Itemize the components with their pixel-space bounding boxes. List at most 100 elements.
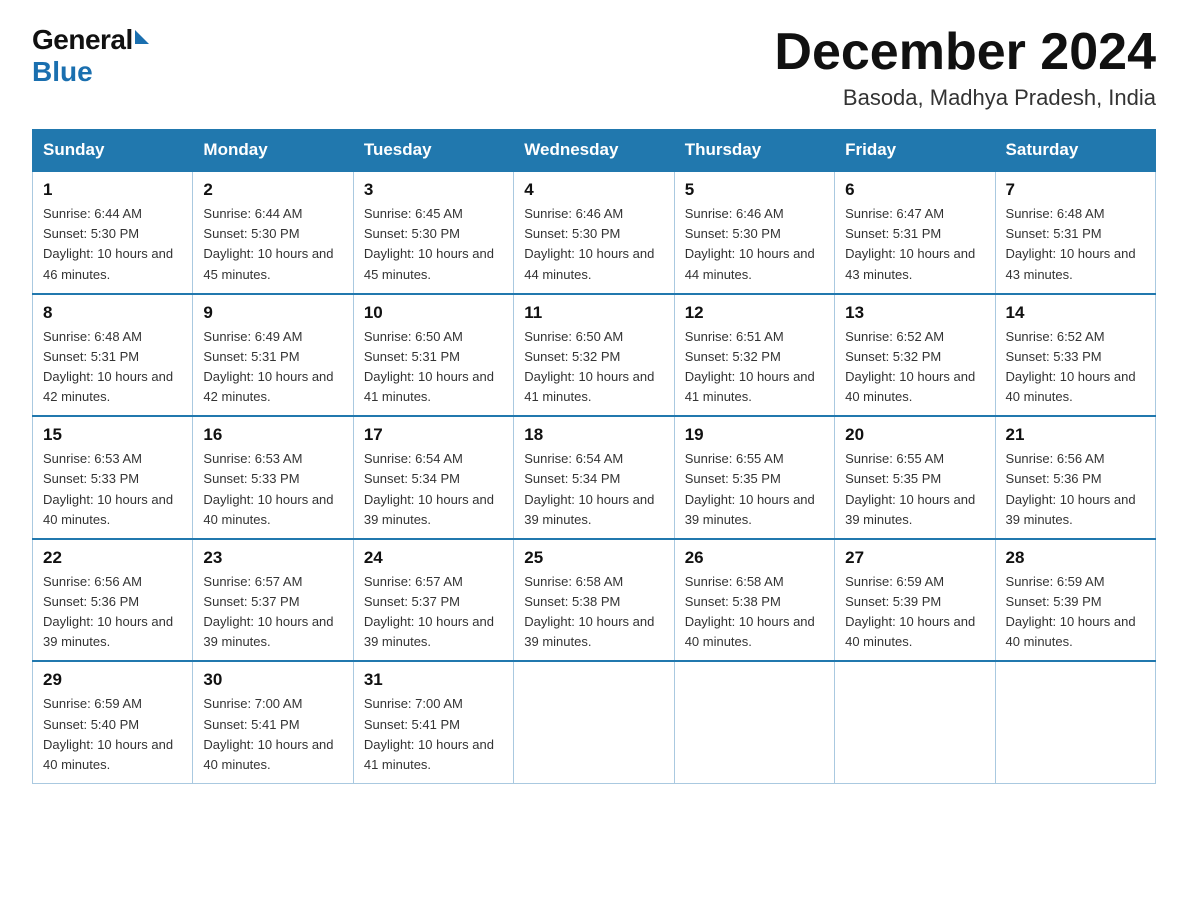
day-info: Sunrise: 7:00 AM Sunset: 5:41 PM Dayligh… <box>364 694 503 775</box>
calendar-cell: 7 Sunrise: 6:48 AM Sunset: 5:31 PM Dayli… <box>995 171 1155 294</box>
weekday-header-monday: Monday <box>193 130 353 172</box>
day-info: Sunrise: 6:51 AM Sunset: 5:32 PM Dayligh… <box>685 327 824 408</box>
day-info: Sunrise: 6:59 AM Sunset: 5:39 PM Dayligh… <box>1006 572 1145 653</box>
logo-general-text: General <box>32 24 133 56</box>
weekday-header-thursday: Thursday <box>674 130 834 172</box>
day-number: 18 <box>524 425 663 445</box>
calendar-cell: 26 Sunrise: 6:58 AM Sunset: 5:38 PM Dayl… <box>674 539 834 662</box>
day-number: 15 <box>43 425 182 445</box>
day-info: Sunrise: 6:54 AM Sunset: 5:34 PM Dayligh… <box>364 449 503 530</box>
logo-blue-text: Blue <box>32 56 93 88</box>
day-info: Sunrise: 6:56 AM Sunset: 5:36 PM Dayligh… <box>1006 449 1145 530</box>
week-row-3: 15 Sunrise: 6:53 AM Sunset: 5:33 PM Dayl… <box>33 416 1156 539</box>
day-number: 24 <box>364 548 503 568</box>
day-info: Sunrise: 6:58 AM Sunset: 5:38 PM Dayligh… <box>685 572 824 653</box>
day-number: 22 <box>43 548 182 568</box>
month-title: December 2024 <box>774 24 1156 81</box>
day-info: Sunrise: 6:52 AM Sunset: 5:33 PM Dayligh… <box>1006 327 1145 408</box>
day-info: Sunrise: 6:57 AM Sunset: 5:37 PM Dayligh… <box>203 572 342 653</box>
day-number: 9 <box>203 303 342 323</box>
calendar-cell: 23 Sunrise: 6:57 AM Sunset: 5:37 PM Dayl… <box>193 539 353 662</box>
title-block: December 2024 Basoda, Madhya Pradesh, In… <box>774 24 1156 111</box>
day-number: 16 <box>203 425 342 445</box>
calendar-cell: 19 Sunrise: 6:55 AM Sunset: 5:35 PM Dayl… <box>674 416 834 539</box>
calendar-cell: 16 Sunrise: 6:53 AM Sunset: 5:33 PM Dayl… <box>193 416 353 539</box>
location-title: Basoda, Madhya Pradesh, India <box>774 85 1156 111</box>
day-number: 26 <box>685 548 824 568</box>
week-row-4: 22 Sunrise: 6:56 AM Sunset: 5:36 PM Dayl… <box>33 539 1156 662</box>
calendar-cell: 12 Sunrise: 6:51 AM Sunset: 5:32 PM Dayl… <box>674 294 834 417</box>
day-info: Sunrise: 6:59 AM Sunset: 5:39 PM Dayligh… <box>845 572 984 653</box>
day-info: Sunrise: 6:52 AM Sunset: 5:32 PM Dayligh… <box>845 327 984 408</box>
day-info: Sunrise: 6:50 AM Sunset: 5:31 PM Dayligh… <box>364 327 503 408</box>
day-number: 12 <box>685 303 824 323</box>
calendar-cell: 6 Sunrise: 6:47 AM Sunset: 5:31 PM Dayli… <box>835 171 995 294</box>
day-number: 28 <box>1006 548 1145 568</box>
calendar-cell: 4 Sunrise: 6:46 AM Sunset: 5:30 PM Dayli… <box>514 171 674 294</box>
week-row-2: 8 Sunrise: 6:48 AM Sunset: 5:31 PM Dayli… <box>33 294 1156 417</box>
calendar-cell: 28 Sunrise: 6:59 AM Sunset: 5:39 PM Dayl… <box>995 539 1155 662</box>
weekday-header-tuesday: Tuesday <box>353 130 513 172</box>
day-number: 3 <box>364 180 503 200</box>
calendar-table: SundayMondayTuesdayWednesdayThursdayFrid… <box>32 129 1156 784</box>
calendar-cell: 24 Sunrise: 6:57 AM Sunset: 5:37 PM Dayl… <box>353 539 513 662</box>
calendar-cell: 15 Sunrise: 6:53 AM Sunset: 5:33 PM Dayl… <box>33 416 193 539</box>
day-number: 20 <box>845 425 984 445</box>
day-number: 11 <box>524 303 663 323</box>
day-info: Sunrise: 6:49 AM Sunset: 5:31 PM Dayligh… <box>203 327 342 408</box>
day-info: Sunrise: 6:48 AM Sunset: 5:31 PM Dayligh… <box>1006 204 1145 285</box>
calendar-cell <box>514 661 674 783</box>
calendar-cell: 2 Sunrise: 6:44 AM Sunset: 5:30 PM Dayli… <box>193 171 353 294</box>
weekday-header-friday: Friday <box>835 130 995 172</box>
calendar-cell: 13 Sunrise: 6:52 AM Sunset: 5:32 PM Dayl… <box>835 294 995 417</box>
day-number: 31 <box>364 670 503 690</box>
day-info: Sunrise: 6:59 AM Sunset: 5:40 PM Dayligh… <box>43 694 182 775</box>
weekday-header-sunday: Sunday <box>33 130 193 172</box>
day-info: Sunrise: 6:53 AM Sunset: 5:33 PM Dayligh… <box>43 449 182 530</box>
calendar-cell: 25 Sunrise: 6:58 AM Sunset: 5:38 PM Dayl… <box>514 539 674 662</box>
day-info: Sunrise: 6:56 AM Sunset: 5:36 PM Dayligh… <box>43 572 182 653</box>
day-number: 14 <box>1006 303 1145 323</box>
day-number: 23 <box>203 548 342 568</box>
day-info: Sunrise: 6:57 AM Sunset: 5:37 PM Dayligh… <box>364 572 503 653</box>
calendar-cell: 22 Sunrise: 6:56 AM Sunset: 5:36 PM Dayl… <box>33 539 193 662</box>
day-info: Sunrise: 6:55 AM Sunset: 5:35 PM Dayligh… <box>845 449 984 530</box>
day-info: Sunrise: 6:46 AM Sunset: 5:30 PM Dayligh… <box>685 204 824 285</box>
day-number: 30 <box>203 670 342 690</box>
day-info: Sunrise: 6:48 AM Sunset: 5:31 PM Dayligh… <box>43 327 182 408</box>
page-header: General Blue December 2024 Basoda, Madhy… <box>32 24 1156 111</box>
calendar-cell: 30 Sunrise: 7:00 AM Sunset: 5:41 PM Dayl… <box>193 661 353 783</box>
logo: General Blue <box>32 24 149 88</box>
weekday-header-wednesday: Wednesday <box>514 130 674 172</box>
day-number: 4 <box>524 180 663 200</box>
day-info: Sunrise: 6:58 AM Sunset: 5:38 PM Dayligh… <box>524 572 663 653</box>
day-number: 2 <box>203 180 342 200</box>
day-number: 10 <box>364 303 503 323</box>
day-info: Sunrise: 6:44 AM Sunset: 5:30 PM Dayligh… <box>203 204 342 285</box>
day-number: 27 <box>845 548 984 568</box>
calendar-cell: 17 Sunrise: 6:54 AM Sunset: 5:34 PM Dayl… <box>353 416 513 539</box>
day-info: Sunrise: 6:54 AM Sunset: 5:34 PM Dayligh… <box>524 449 663 530</box>
day-number: 29 <box>43 670 182 690</box>
day-info: Sunrise: 6:45 AM Sunset: 5:30 PM Dayligh… <box>364 204 503 285</box>
day-info: Sunrise: 7:00 AM Sunset: 5:41 PM Dayligh… <box>203 694 342 775</box>
week-row-5: 29 Sunrise: 6:59 AM Sunset: 5:40 PM Dayl… <box>33 661 1156 783</box>
calendar-cell <box>995 661 1155 783</box>
calendar-cell: 1 Sunrise: 6:44 AM Sunset: 5:30 PM Dayli… <box>33 171 193 294</box>
week-row-1: 1 Sunrise: 6:44 AM Sunset: 5:30 PM Dayli… <box>33 171 1156 294</box>
day-info: Sunrise: 6:47 AM Sunset: 5:31 PM Dayligh… <box>845 204 984 285</box>
day-number: 17 <box>364 425 503 445</box>
day-number: 6 <box>845 180 984 200</box>
calendar-cell <box>674 661 834 783</box>
day-number: 25 <box>524 548 663 568</box>
calendar-cell: 9 Sunrise: 6:49 AM Sunset: 5:31 PM Dayli… <box>193 294 353 417</box>
calendar-cell: 5 Sunrise: 6:46 AM Sunset: 5:30 PM Dayli… <box>674 171 834 294</box>
calendar-cell: 31 Sunrise: 7:00 AM Sunset: 5:41 PM Dayl… <box>353 661 513 783</box>
weekday-header-saturday: Saturday <box>995 130 1155 172</box>
day-info: Sunrise: 6:44 AM Sunset: 5:30 PM Dayligh… <box>43 204 182 285</box>
calendar-cell <box>835 661 995 783</box>
day-number: 7 <box>1006 180 1145 200</box>
calendar-cell: 29 Sunrise: 6:59 AM Sunset: 5:40 PM Dayl… <box>33 661 193 783</box>
day-number: 19 <box>685 425 824 445</box>
calendar-cell: 11 Sunrise: 6:50 AM Sunset: 5:32 PM Dayl… <box>514 294 674 417</box>
